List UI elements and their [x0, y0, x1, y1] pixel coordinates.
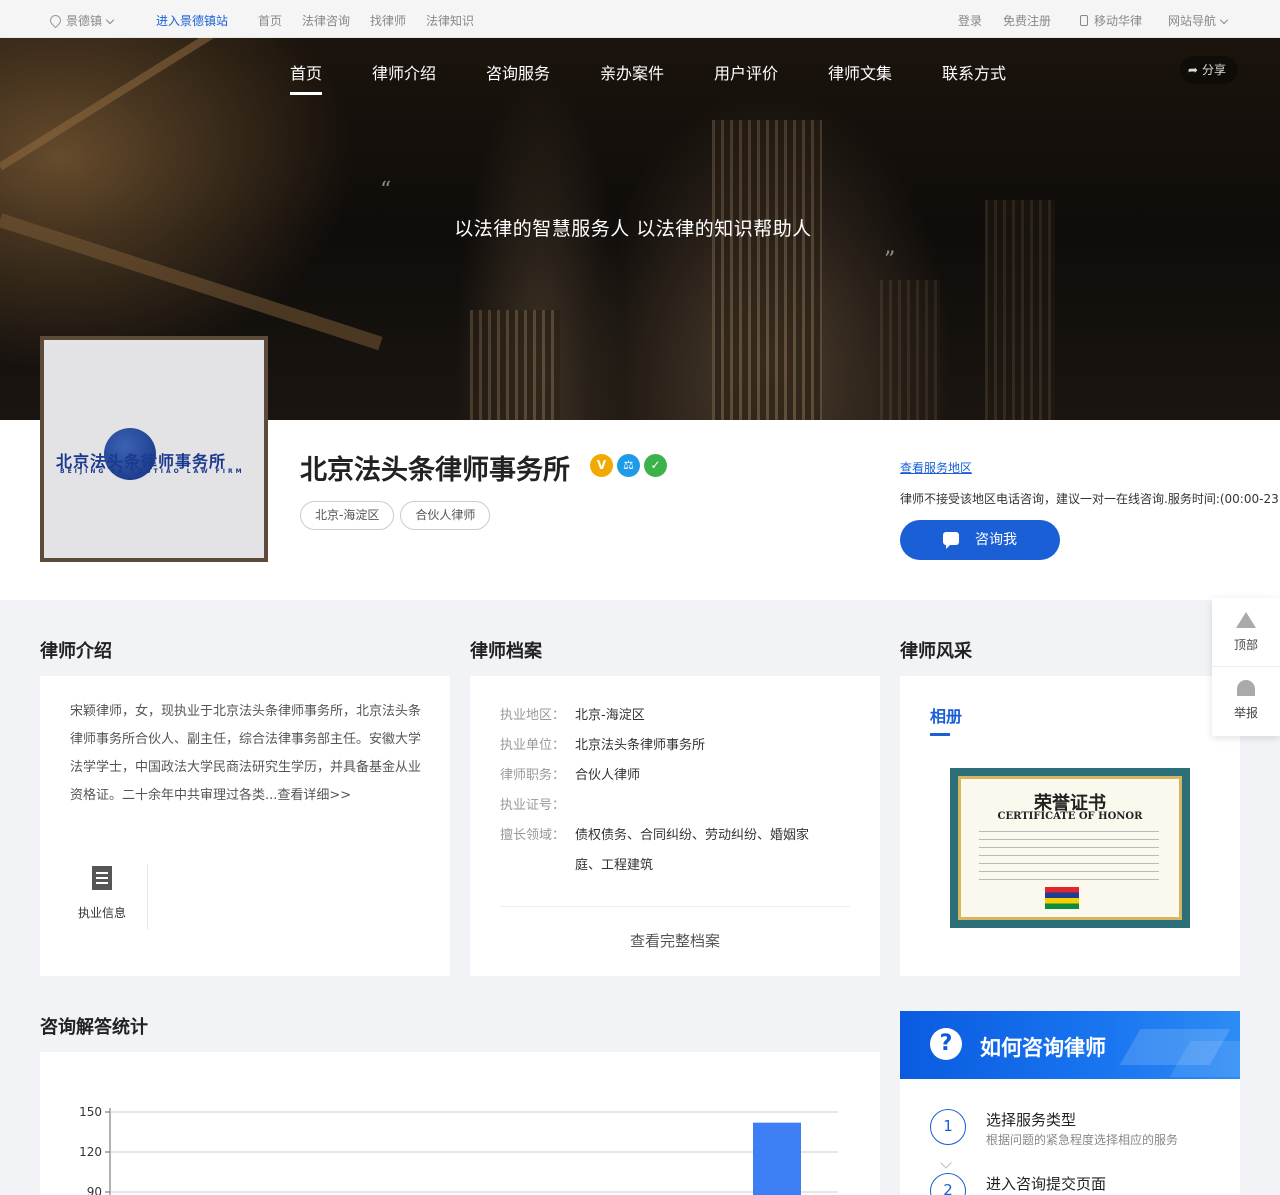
location-pin-icon — [47, 12, 64, 29]
scales-icon[interactable]: ⚖ — [617, 454, 640, 477]
alarm-icon — [1237, 680, 1255, 696]
flag-icon — [1045, 887, 1079, 909]
y-tick-label: 120 — [79, 1145, 102, 1159]
tab-cases[interactable]: 亲办案件 — [600, 60, 664, 84]
share-icon: ➦ — [1187, 63, 1198, 77]
certificate-image[interactable]: 荣誉证书 CERTIFICATE OF HONOR — [950, 768, 1190, 928]
phone-icon — [1080, 15, 1088, 26]
y-tick-label: 150 — [79, 1105, 102, 1119]
how-to-consult-card: ? 如何咨询律师 1 选择服务类型 根据问题的紧急程度选择相应的服务 2 进入咨… — [900, 1011, 1240, 1195]
location-selector[interactable]: 景德镇 — [47, 12, 115, 29]
service-note: 律师不接受该地区电话咨询，建议一对一在线咨询.服务时间:(00:00-23:59… — [900, 492, 1280, 506]
intro-card: 宋颖律师，女，现执业于北京法头条律师事务所，北京法头条律师事务所合伙人、副主任，… — [40, 676, 450, 976]
archive-row: 执业证号： — [500, 798, 566, 813]
login-link[interactable]: 登录 — [958, 12, 982, 29]
y-tick-label: 90 — [87, 1185, 102, 1195]
tag-title: 合伙人律师 — [400, 501, 491, 530]
chevron-down-icon — [940, 1157, 952, 1169]
share-button[interactable]: ➦ 分享 — [1179, 56, 1238, 84]
stats-chart: 150 120 90 — [79, 1105, 838, 1195]
chevron-down-icon — [105, 15, 115, 25]
chevron-down-icon — [1219, 15, 1229, 25]
tab-lawyer-intro[interactable]: 律师介绍 — [372, 60, 436, 84]
top-link-home[interactable]: 首页 — [258, 12, 282, 29]
tag-region: 北京-海淀区 — [300, 501, 395, 530]
arrow-up-icon — [1236, 612, 1256, 628]
banner-column — [880, 280, 940, 420]
register-link[interactable]: 免费注册 — [1003, 12, 1051, 29]
archive-row: 执业地区： 北京-海淀区 — [500, 708, 645, 723]
full-archive-link[interactable]: 查看完整档案 — [470, 930, 880, 951]
section-title-style: 律师风采 — [900, 641, 972, 662]
exec-info-button[interactable]: 执业信息 — [62, 866, 142, 921]
firm-name: 北京法头条律师事务所 — [300, 455, 570, 486]
tab-album[interactable]: 相册 — [930, 703, 962, 736]
style-card: 相册 荣誉证书 CERTIFICATE OF HONOR — [900, 676, 1240, 976]
quote-close-mark: ” — [884, 248, 896, 273]
certified-icon[interactable]: ✓ — [644, 454, 667, 477]
intro-text[interactable]: 宋颖律师，女，现执业于北京法头条律师事务所，北京法头条律师事务所合伙人、副主任，… — [70, 698, 425, 810]
question-icon: ? — [930, 1028, 962, 1060]
profile-tags: 北京-海淀区 合伙人律师 — [300, 501, 496, 530]
divider — [500, 906, 850, 907]
back-to-top-button[interactable]: 顶部 — [1212, 612, 1280, 653]
report-button[interactable]: 举报 — [1212, 680, 1280, 721]
enter-site-link[interactable]: 进入景德镇站 — [156, 12, 228, 29]
top-bar: 景德镇 进入景德镇站 首页 法律咨询 找律师 法律知识 登录 免费注册 移动华律… — [0, 0, 1280, 38]
certificate-body-lines — [979, 831, 1159, 881]
data-bar — [753, 1122, 801, 1195]
verification-badges: V ⚖ ✓ — [590, 454, 671, 477]
service-area-link[interactable]: 查看服务地区 — [900, 459, 972, 476]
main-nav: 首页 律师介绍 咨询服务 亲办案件 用户评价 律师文集 联系方式 ➦ 分享 — [0, 38, 1280, 102]
archive-row: 擅长领域： 债权债务、合同纠纷、劳动纠纷、婚姻家 — [500, 828, 810, 843]
archive-row: 律师职务： 合伙人律师 — [500, 768, 641, 783]
top-link-find-lawyer[interactable]: 找律师 — [370, 12, 406, 29]
archive-card: 执业地区： 北京-海淀区 执业单位： 北京法头条律师事务所 律师职务： 合伙人律师 执… — [470, 676, 880, 976]
tab-home[interactable]: 首页 — [290, 60, 323, 95]
section-title-stats: 咨询解答统计 — [40, 1017, 148, 1038]
chat-icon — [943, 532, 959, 549]
section-title-intro: 律师介绍 — [40, 641, 112, 662]
site-nav-menu[interactable]: 网站导航 — [1168, 12, 1229, 29]
banner-column — [712, 120, 822, 420]
top-link-consult[interactable]: 法律咨询 — [302, 12, 350, 29]
document-icon — [92, 866, 112, 890]
consult-me-button[interactable]: 咨询我 — [900, 520, 1060, 560]
tab-reviews[interactable]: 用户评价 — [714, 60, 778, 84]
archive-row: 庭、工程建筑 — [575, 858, 654, 873]
divider — [1212, 666, 1280, 667]
divider — [147, 864, 148, 930]
archive-row: 执业单位： 北京法头条律师事务所 — [500, 738, 706, 753]
quote-open-mark: “ — [380, 178, 392, 203]
tab-articles[interactable]: 律师文集 — [828, 60, 892, 84]
banner-column — [470, 310, 560, 420]
firm-logo: 北京法头条律师事务所 BEIJING FA TOUTIAO LAW FIRM — [40, 336, 268, 562]
stats-chart-card: 150 120 90 — [40, 1052, 880, 1195]
tab-consult-service[interactable]: 咨询服务 — [486, 60, 550, 84]
mobile-link[interactable]: 移动华律 — [1080, 12, 1142, 29]
top-link-knowledge[interactable]: 法律知识 — [426, 12, 474, 29]
verified-icon[interactable]: V — [590, 454, 613, 477]
hero-slogan: 以法律的智慧服务人 以法律的知识帮助人 — [454, 218, 812, 240]
floating-toolbar: 顶部 举报 — [1212, 598, 1280, 736]
tab-contact[interactable]: 联系方式 — [942, 60, 1006, 84]
section-title-archive: 律师档案 — [470, 641, 542, 662]
how-to-consult-header: ? 如何咨询律师 — [900, 1011, 1240, 1079]
